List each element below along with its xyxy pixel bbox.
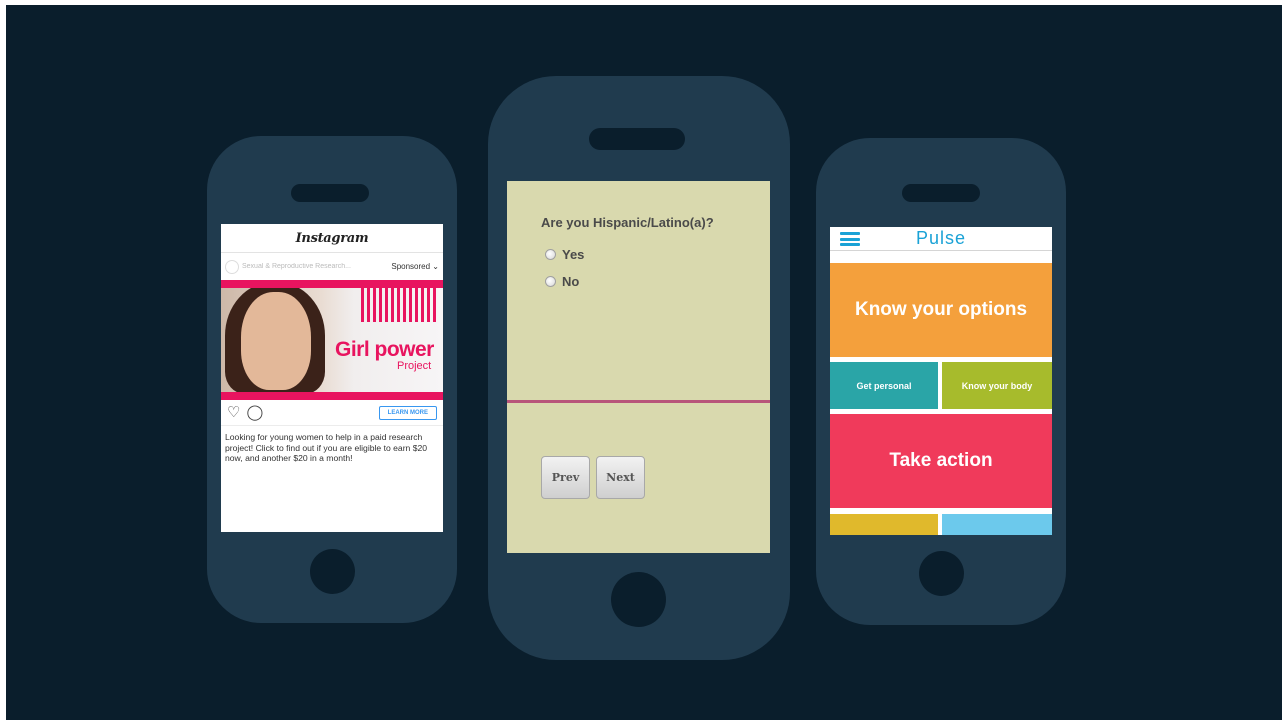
tile-partial-right[interactable] [942,514,1052,535]
sponsored-label[interactable]: Sponsored ⌄ [391,262,439,271]
instagram-logo: Instagram [295,230,369,246]
divider [507,400,770,403]
option-yes[interactable]: Yes [545,247,584,262]
post-actions: ♡ ◯ LEARN MORE [221,400,443,426]
pulse-screen: Pulse Know your options Get personal Kno… [830,227,1052,535]
phone-pulse: Pulse Know your options Get personal Kno… [816,138,1066,625]
option-no[interactable]: No [545,274,579,289]
comment-icon[interactable]: ◯ [246,405,263,420]
account-name[interactable]: Sexual & Reproductive Research... [242,263,391,270]
phone-speaker [291,184,369,202]
girl-power-logo: Girl power [335,338,434,361]
ad-photo: Girl power Project [221,288,443,392]
tile-know-your-options[interactable]: Know your options [830,263,1052,357]
menu-icon[interactable] [840,232,860,246]
option-label: No [562,274,580,289]
survey-question: Are you Hispanic/Latino(a)? [541,215,714,230]
home-button [611,572,666,627]
tile-partial-left[interactable] [830,514,938,535]
heart-icon[interactable]: ♡ [227,405,240,420]
radio-button[interactable] [545,249,556,260]
instagram-header: Instagram [221,224,443,253]
option-label: Yes [562,247,585,262]
next-button[interactable]: Next [596,456,645,499]
app-title: Pulse [915,228,967,248]
instagram-screen: Instagram Sexual & Reproductive Research… [221,224,443,532]
tile-get-personal[interactable]: Get personal [830,362,938,409]
post-caption: Looking for young women to help in a pai… [225,432,428,463]
project-logo-text: Project [397,360,432,372]
sponsored-account-row[interactable]: Sexual & Reproductive Research... Sponso… [221,253,443,280]
slide-background: Instagram Sexual & Reproductive Research… [6,5,1282,720]
phone-survey: Are you Hispanic/Latino(a)? Yes No Prev … [488,76,790,660]
learn-more-button[interactable]: LEARN MORE [378,405,437,420]
phone-instagram: Instagram Sexual & Reproductive Research… [207,136,457,623]
pulse-header: Pulse [830,227,1052,251]
prev-button[interactable]: Prev [541,456,590,499]
radio-button[interactable] [545,276,556,287]
home-button [310,549,355,594]
phone-speaker [589,128,685,150]
tile-know-your-body[interactable]: Know your body [942,362,1052,409]
ad-image[interactable]: Girl power Project [221,280,443,400]
survey-screen: Are you Hispanic/Latino(a)? Yes No Prev … [507,181,770,553]
phone-speaker [902,184,980,202]
tile-take-action[interactable]: Take action [830,414,1052,508]
pink-stripes [361,288,437,322]
avatar[interactable] [225,259,239,274]
home-button [919,551,964,596]
woman-face [241,292,311,390]
